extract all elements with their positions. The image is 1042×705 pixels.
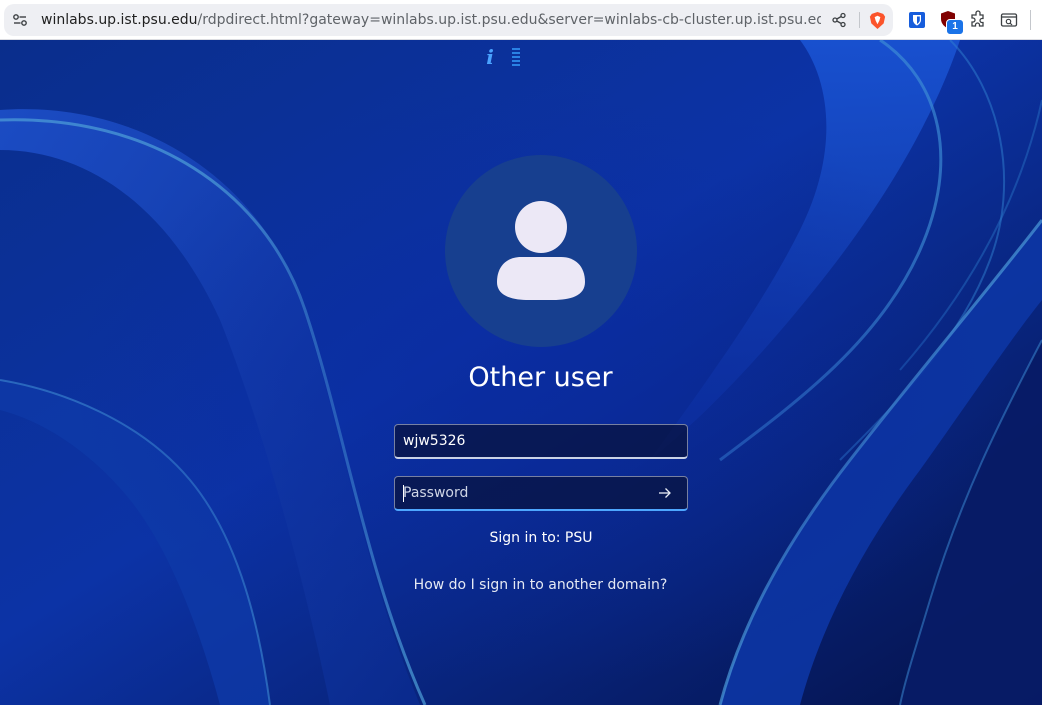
rdp-info-icon[interactable]: i bbox=[482, 46, 498, 68]
remote-desktop-session[interactable]: i Other user Sign in to: PSU How do I si… bbox=[0, 40, 1042, 705]
password-field[interactable] bbox=[394, 476, 688, 511]
url-divider bbox=[859, 12, 860, 28]
toolbar-separator bbox=[1030, 10, 1031, 30]
username-input[interactable] bbox=[403, 425, 643, 456]
url-host: winlabs.up.ist.psu.edu bbox=[41, 12, 198, 28]
password-input[interactable] bbox=[403, 477, 643, 508]
brave-shields-icon[interactable] bbox=[868, 11, 887, 30]
share-icon[interactable] bbox=[831, 12, 847, 28]
other-domain-link[interactable]: How do I sign in to another domain? bbox=[370, 575, 711, 595]
submit-arrow-icon[interactable] bbox=[657, 485, 673, 501]
browser-toolbar: winlabs.up.ist.psu.edu/rdpdirect.html?ga… bbox=[0, 0, 1042, 40]
extensions-icon[interactable] bbox=[968, 10, 988, 30]
site-info-icon[interactable] bbox=[12, 12, 28, 28]
page-title: Other user bbox=[468, 362, 613, 393]
sign-in-domain-label: Sign in to: PSU bbox=[489, 530, 593, 546]
user-silhouette-icon bbox=[497, 201, 585, 300]
url-text[interactable]: winlabs.up.ist.psu.edu/rdpdirect.html?ga… bbox=[41, 12, 821, 28]
screenshot-icon[interactable] bbox=[999, 10, 1019, 30]
address-bar[interactable]: winlabs.up.ist.psu.edu/rdpdirect.html?ga… bbox=[4, 4, 893, 36]
avatar bbox=[445, 155, 637, 347]
username-field[interactable] bbox=[394, 424, 688, 459]
text-caret bbox=[403, 485, 404, 502]
rdp-toolbar-grip-icon[interactable] bbox=[512, 48, 520, 66]
url-path: /rdpdirect.html?gateway=winlabs.up.ist.p… bbox=[197, 12, 821, 28]
bitwarden-icon[interactable] bbox=[907, 10, 927, 30]
extension-badge: 1 bbox=[946, 19, 964, 35]
